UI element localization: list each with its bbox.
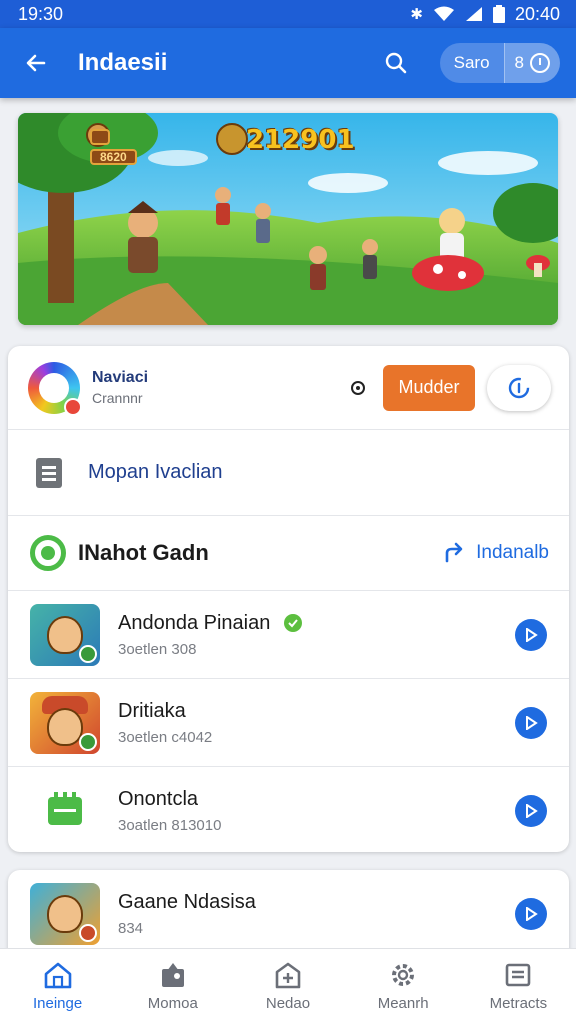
list-item-title: Gaane Ndasisa (118, 891, 256, 913)
list-item-subtitle: 3oetlen 308 (118, 640, 197, 658)
search-button[interactable] (376, 43, 416, 83)
list-item-subtitle: 3oatlen 813010 (118, 816, 222, 834)
play-button[interactable] (515, 618, 547, 651)
list-item-text: Gaane Ndasisa 834 (118, 891, 515, 937)
play-icon (526, 907, 538, 921)
battery-icon (492, 5, 505, 23)
promo-banner[interactable]: 8620 212901 (18, 113, 558, 325)
game-thumbnail (30, 603, 100, 666)
list-item-text: Dritiaka 3oetlen c4042 (118, 700, 515, 746)
pill-counter[interactable]: 8 (503, 43, 560, 83)
vibrate-icon: ✱ (410, 6, 423, 23)
gear-icon (392, 964, 415, 986)
list-item-title-row: Andonda Pinaian (118, 612, 515, 635)
share-icon (445, 542, 463, 563)
signal-icon (465, 7, 482, 21)
main-card: Naviaci Crannnr Mudder Mopan Ivaclian IN… (8, 346, 569, 852)
app-bar: Indaesii Saro 8 (0, 28, 576, 98)
document-row[interactable]: Mopan Ivaclian (8, 430, 569, 516)
app-name: Naviaci (92, 369, 149, 386)
verified-icon (284, 614, 303, 632)
app-names: Naviaci Crannnr (92, 369, 351, 406)
app-logo (28, 361, 82, 416)
play-button[interactable] (515, 794, 547, 827)
bottom-navigation: Ineinge Momoa Nedao Meanrh Metracts (0, 948, 576, 1024)
search-icon (385, 52, 406, 74)
nav-label: Momoa (147, 995, 198, 1012)
list-item[interactable]: Gaane Ndasisa 834 (8, 870, 569, 958)
banner-badge-top (90, 129, 110, 145)
nav-item-store[interactable]: Nedao (233, 961, 343, 1012)
status-bar: 19:30 ✱ 20:40 (0, 0, 576, 28)
play-icon (526, 715, 538, 730)
store-icon (275, 962, 301, 989)
app-header-row: Naviaci Crannnr Mudder (8, 346, 569, 430)
back-button[interactable] (16, 43, 56, 83)
list-item-subtitle: 3oetlen c4042 (118, 728, 213, 746)
tools-icon (161, 963, 184, 987)
wifi-icon (433, 6, 454, 21)
account-pill[interactable]: Saro 8 (439, 43, 560, 83)
status-time: 19:30 (18, 3, 64, 24)
list-item-title: Andonda Pinaian (118, 611, 271, 634)
play-button[interactable] (515, 898, 547, 930)
nav-label: Metracts (489, 995, 548, 1012)
nav-label: Nedao (265, 995, 311, 1012)
banner-score: 212901 (246, 125, 355, 155)
play-icon (526, 627, 538, 642)
list-item[interactable]: Onontcla 3oatlen 813010 (8, 766, 569, 852)
nav-label: Ineinge (32, 995, 83, 1012)
list-item-text: Onontcla 3oatlen 813010 (118, 788, 515, 834)
list-item-text: Andonda Pinaian 3oetlen 308 (118, 612, 515, 658)
status-icons: ✱ 20:40 (410, 4, 560, 25)
list-item[interactable]: Dritiaka 3oetlen c4042 (8, 678, 569, 766)
status-right-time: 20:40 (514, 3, 560, 24)
nav-label: Meanrh (377, 995, 429, 1012)
calendar-thumbnail (30, 780, 100, 842)
nav-item-settings[interactable]: Meanrh (348, 961, 458, 1012)
list-item-subtitle: 834 (118, 920, 144, 937)
list-item-title: Onontcla (118, 787, 199, 810)
primary-action-button[interactable]: Mudder (383, 364, 475, 411)
document-icon (36, 457, 62, 488)
nav-item-home[interactable]: Ineinge (3, 961, 113, 1012)
list-item[interactable]: Andonda Pinaian 3oetlen 308 (8, 590, 569, 678)
section-icon (30, 535, 66, 571)
calendar-icon (48, 791, 82, 825)
document-label: Mopan Ivaclian (88, 461, 223, 483)
nav-item-contacts[interactable]: Metracts (463, 961, 573, 1012)
pill-label: Saro (453, 53, 490, 72)
section-title: INahot Gadn (78, 540, 209, 565)
game-thumbnail (30, 691, 100, 754)
list-item-title: Dritiaka (118, 699, 186, 722)
home-icon (44, 962, 71, 989)
app-subtitle: Crannnr (92, 390, 143, 406)
refresh-button[interactable] (487, 364, 551, 411)
coin-avatar (216, 123, 248, 155)
page-title: Indaesii (78, 49, 168, 76)
section-header: INahot Gadn Indanalb (8, 516, 569, 590)
refresh-icon (508, 377, 530, 398)
logo-badge-icon (64, 397, 82, 416)
back-arrow-icon (26, 54, 46, 72)
nav-item-tools[interactable]: Momoa (118, 961, 228, 1012)
section-link[interactable]: Indanalb (444, 542, 549, 564)
game-thumbnail (30, 883, 100, 945)
play-button[interactable] (515, 706, 547, 739)
record-icon[interactable] (351, 380, 365, 395)
banner-badge-bottom: 8620 (90, 149, 137, 165)
section-link-label: Indanalb (476, 542, 549, 563)
pill-value: 8 (514, 53, 524, 72)
play-icon (526, 803, 538, 818)
list-icon (506, 963, 531, 987)
clock-icon (530, 53, 550, 73)
